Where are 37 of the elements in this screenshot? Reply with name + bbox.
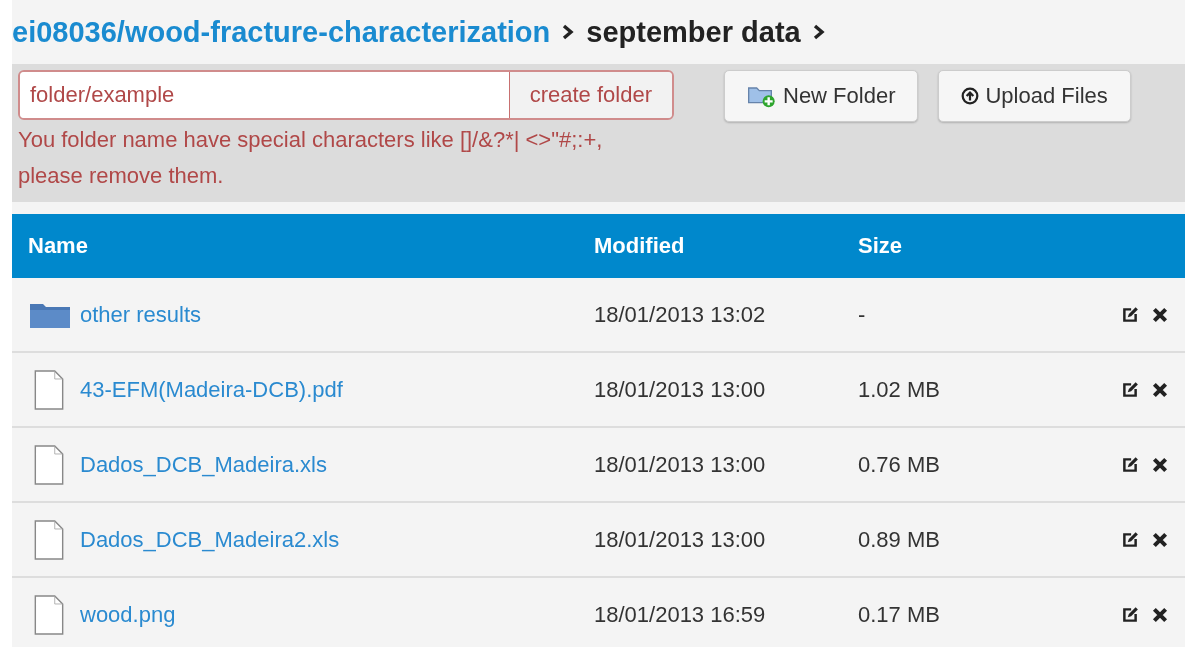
file-link[interactable]: 43-EFM(Madeira-DCB).pdf xyxy=(80,376,343,403)
chevron-icon xyxy=(562,24,575,40)
new-folder-button[interactable]: New Folder xyxy=(724,70,919,122)
modified-cell-text: 18/01/2013 13:00 xyxy=(594,376,767,403)
folder-plus-icon xyxy=(747,84,777,108)
modified-cell-text: 18/01/2013 13:00 xyxy=(594,526,767,553)
file-link[interactable]: other results xyxy=(80,301,202,328)
column-header: Size xyxy=(858,233,904,259)
modified-cell-text: 18/01/2013 16:59 xyxy=(594,601,767,628)
size-cell-text: - xyxy=(858,301,867,328)
delete-icon[interactable] xyxy=(1151,530,1169,549)
file-link[interactable]: Dados_DCB_Madeira2.xls xyxy=(80,526,340,553)
breadcrumb-current: september data xyxy=(586,15,801,49)
size-cell-text: 0.17 MB xyxy=(858,601,941,628)
delete-icon[interactable] xyxy=(1151,455,1169,474)
column-header: Modified xyxy=(594,233,686,259)
error-message: You folder name have special characters like []/&?*| <>"#;:+, please remove them. xyxy=(18,126,604,190)
edit-icon[interactable] xyxy=(1121,530,1139,549)
edit-icon[interactable] xyxy=(1121,455,1139,474)
upload-icon xyxy=(961,87,980,105)
edit-icon[interactable] xyxy=(1121,305,1139,324)
size-cell-text: 1.02 MB xyxy=(858,376,941,403)
column-header: Name xyxy=(27,233,89,259)
delete-icon[interactable] xyxy=(1151,605,1169,624)
modified-cell-text: 18/01/2013 13:00 xyxy=(594,451,767,478)
file-link[interactable]: Dados_DCB_Madeira.xls xyxy=(80,451,327,478)
chevron-icon xyxy=(812,24,825,40)
size-cell-text: 0.76 MB xyxy=(858,451,941,478)
upload-files-button[interactable]: Upload Files xyxy=(938,70,1131,122)
edit-icon[interactable] xyxy=(1121,605,1139,624)
breadcrumb-link[interactable]: ei08036/wood-fracture-characterization xyxy=(12,15,551,49)
file-link[interactable]: wood.png xyxy=(80,601,176,628)
delete-icon[interactable] xyxy=(1151,380,1169,399)
modified-cell-text: 18/01/2013 13:02 xyxy=(594,301,767,328)
edit-icon[interactable] xyxy=(1121,380,1139,399)
delete-icon[interactable] xyxy=(1151,305,1169,324)
size-cell-text: 0.89 MB xyxy=(858,526,941,553)
